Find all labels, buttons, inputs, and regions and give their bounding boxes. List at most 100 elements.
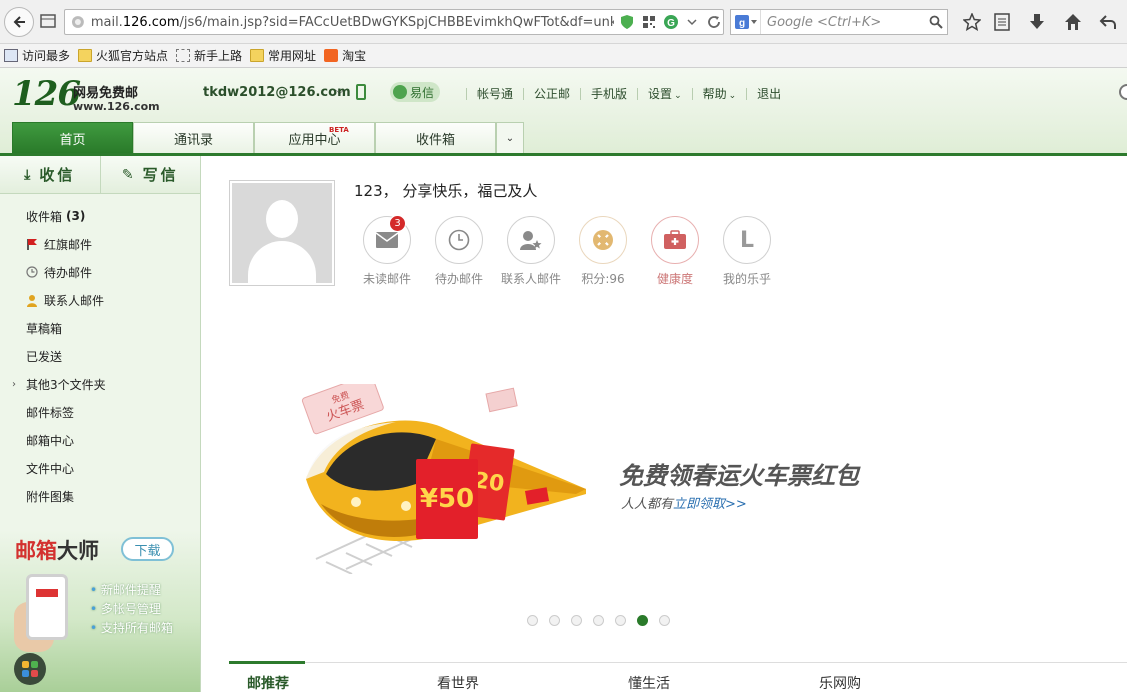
google-icon: g xyxy=(734,15,757,29)
search-engine-selector[interactable]: g xyxy=(731,10,761,34)
sidebar-item-mail-center[interactable]: 邮箱中心 xyxy=(0,426,200,454)
promo-download-button[interactable]: 下载 xyxy=(121,537,174,561)
tab-shopping[interactable]: 乐网购 xyxy=(819,673,861,693)
tab-app-center[interactable]: 应用中心 BETA xyxy=(254,122,375,153)
magnifier-icon[interactable] xyxy=(925,15,947,29)
link-account-pass[interactable]: 帐号通 xyxy=(477,85,513,102)
stat-health[interactable]: 健康度 xyxy=(639,216,711,287)
banner-title[interactable]: 免费领春运火车票红包 xyxy=(619,456,859,491)
beta-badge: BETA xyxy=(329,126,349,134)
g-extension-icon[interactable]: G xyxy=(662,13,680,31)
chevron-down-icon[interactable]: ⌵ xyxy=(336,86,344,97)
link-help[interactable]: 帮助 ⌄ xyxy=(703,85,737,102)
browser-nav-bar: mail.126.com/js6/main.jsp?sid=FACcUetBDw… xyxy=(0,0,1127,44)
stat-todo[interactable]: 待办邮件 xyxy=(423,216,495,287)
bookmark-taobao[interactable]: 淘宝 xyxy=(324,47,366,64)
search-input[interactable]: Google <Ctrl+K> xyxy=(761,15,925,30)
inbox-count: (3) xyxy=(66,209,86,223)
carousel-dot[interactable] xyxy=(527,615,538,626)
bookmark-getting-started[interactable]: 新手上路 xyxy=(176,47,242,64)
account-name[interactable]: tkdw2012@126.com xyxy=(203,85,351,100)
promo-title: 邮箱大师 xyxy=(15,539,99,563)
promo-features: 新邮件提醒 多帐号管理 支持所有邮箱 xyxy=(90,581,173,638)
sidebar-item-attachments[interactable]: 附件图集 xyxy=(0,482,200,510)
reading-list-icon[interactable] xyxy=(991,11,1013,33)
chevron-right-icon[interactable]: › xyxy=(12,379,16,390)
qr-code-icon[interactable] xyxy=(640,13,658,31)
sidebar-item-sent[interactable]: 已发送 xyxy=(0,342,200,370)
app-launcher-button[interactable] xyxy=(14,653,46,685)
logo-name: 网易免费邮 xyxy=(73,86,139,101)
carousel-dot[interactable] xyxy=(593,615,604,626)
receive-button[interactable]: ⤓ 收信 xyxy=(0,156,100,193)
phone-image xyxy=(26,574,68,640)
tab-home[interactable]: 首页 xyxy=(12,122,133,153)
tabs-more-button[interactable]: ⌄ xyxy=(496,122,524,153)
stat-unread[interactable]: 3 未读邮件 xyxy=(351,215,423,287)
sidebar-item-flagged[interactable]: 红旗邮件 xyxy=(0,230,200,258)
stat-lofter[interactable]: L 我的乐乎 xyxy=(711,216,783,287)
link-mobile-version[interactable]: 手机版 xyxy=(591,85,627,102)
dropdown-arrow-icon[interactable] xyxy=(683,13,701,31)
url-bar[interactable]: mail.126.com/js6/main.jsp?sid=FACcUetBDw… xyxy=(64,9,724,35)
tab-inbox[interactable]: 收件箱 xyxy=(375,122,496,153)
bookmark-most-visited[interactable]: 访问最多 xyxy=(4,47,70,64)
clock-icon xyxy=(435,216,483,264)
divider xyxy=(746,87,748,100)
carousel-dot[interactable] xyxy=(615,615,626,626)
sidebar-item-file-center[interactable]: 文件中心 xyxy=(0,454,200,482)
link-settings[interactable]: 设置 ⌄ xyxy=(648,85,682,102)
chevron-down-icon: ⌄ xyxy=(505,132,515,144)
bookmark-firefox-site[interactable]: 火狐官方站点 xyxy=(78,47,168,64)
reload-icon[interactable] xyxy=(705,13,723,31)
globe-icon xyxy=(71,16,84,28)
tab-life[interactable]: 懂生活 xyxy=(628,673,670,693)
chevron-down-icon: ⌄ xyxy=(728,91,737,101)
folder-list: 收件箱 (3) 红旗邮件 待办邮件 联系人邮件 草稿箱 已发送 › 其他3个文件夹… xyxy=(0,202,200,510)
tab-see-world[interactable]: 看世界 xyxy=(437,673,479,693)
sidebar-item-drafts[interactable]: 草稿箱 xyxy=(0,314,200,342)
home-icon[interactable] xyxy=(1062,11,1084,33)
shield-icon[interactable] xyxy=(618,13,636,31)
back-arrow-icon xyxy=(13,16,25,28)
undo-icon[interactable] xyxy=(1097,11,1119,33)
yixin-button[interactable]: 易信 xyxy=(390,82,441,102)
tab-groups-icon[interactable] xyxy=(38,6,58,36)
url-text[interactable]: mail.126.com/js6/main.jsp?sid=FACcUetBDw… xyxy=(91,15,614,30)
carousel-dot[interactable] xyxy=(549,615,560,626)
banner-claim-link[interactable]: 立即领取>> xyxy=(673,497,747,512)
compose-button[interactable]: ✎ 写信 xyxy=(99,156,201,193)
coin-icon xyxy=(579,216,627,264)
tab-contacts[interactable]: 通讯录 xyxy=(133,122,254,153)
stat-score[interactable]: 积分:96 xyxy=(567,216,639,287)
divider xyxy=(523,87,525,100)
chevron-down-icon: ⌄ xyxy=(674,91,682,101)
logo-number[interactable]: 126 xyxy=(12,74,81,114)
unread-badge: 3 xyxy=(389,215,406,232)
bookmark-common-sites[interactable]: 常用网址 xyxy=(250,47,316,64)
side-widget-icon[interactable] xyxy=(1119,84,1127,100)
stat-contacts[interactable]: 联系人邮件 xyxy=(495,216,567,287)
sidebar-item-inbox[interactable]: 收件箱 (3) xyxy=(0,202,200,230)
carousel-dot[interactable] xyxy=(571,615,582,626)
link-logout[interactable]: 退出 xyxy=(757,85,781,102)
download-icon[interactable] xyxy=(1026,11,1048,33)
carousel-dot[interactable] xyxy=(637,615,648,626)
greeting: 123， 分享快乐，福己及人 xyxy=(354,182,538,200)
mobile-phone-icon[interactable] xyxy=(356,84,366,100)
carousel-dot[interactable] xyxy=(659,615,670,626)
main-tabs: 首页 通讯录 应用中心 BETA 收件箱 ⌄ xyxy=(12,122,524,153)
mail-header: 126 网易免费邮 www.126.com tkdw2012@126.com ⌵… xyxy=(0,68,1127,156)
avatar[interactable] xyxy=(229,180,335,286)
sidebar-item-other-folders[interactable]: › 其他3个文件夹 xyxy=(0,370,200,398)
search-bar[interactable]: g Google <Ctrl+K> xyxy=(730,9,948,35)
sidebar-item-contacts-mail[interactable]: 联系人邮件 xyxy=(0,286,200,314)
sidebar-item-mail-tags[interactable]: 邮件标签 xyxy=(0,398,200,426)
sidebar-item-todo[interactable]: 待办邮件 xyxy=(0,258,200,286)
tab-mail-recommend[interactable]: 邮推荐 xyxy=(247,673,289,693)
link-fair-mail[interactable]: 公正邮 xyxy=(534,85,570,102)
active-tab-indicator xyxy=(229,661,305,664)
train-banner-image[interactable]: 免费 火车票 20 ¥50 xyxy=(286,384,606,574)
back-button[interactable] xyxy=(4,7,34,37)
bookmark-star-icon[interactable] xyxy=(961,11,983,33)
